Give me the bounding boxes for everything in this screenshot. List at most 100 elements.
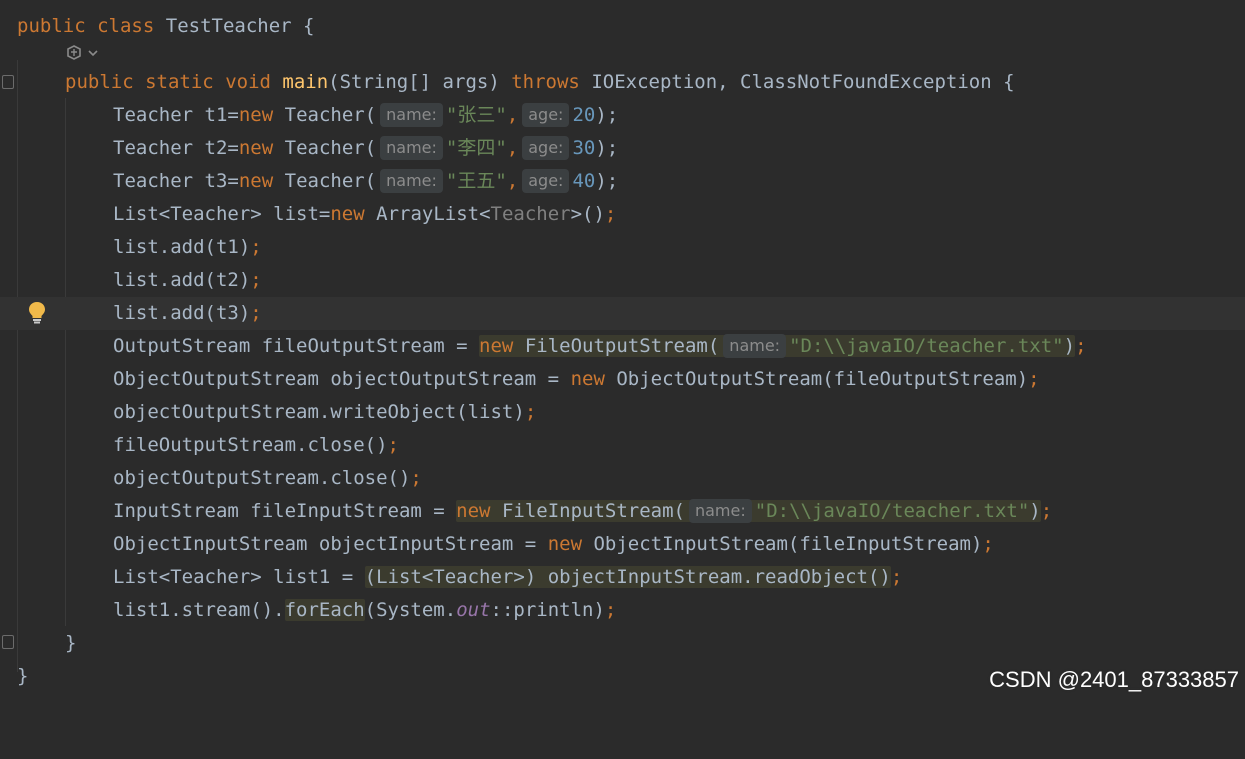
keyword: new	[570, 368, 605, 390]
string-literal: "张三"	[445, 104, 507, 126]
highlighted-expression: forEach	[284, 599, 365, 621]
keyword: new	[547, 533, 583, 555]
code-text: list1.stream().	[113, 599, 285, 621]
param-hint: age:	[522, 136, 570, 160]
watermark: CSDN @2401_87333857	[989, 667, 1239, 692]
code-text: InputStream fileInputStream =	[113, 500, 457, 522]
code-editor[interactable]: public class TestTeacher { public static…	[0, 0, 1245, 699]
code-text: ArrayList<	[376, 203, 491, 225]
semicolon: ;	[250, 302, 262, 324]
code-text: list.add(t1)	[113, 236, 251, 258]
keyword: void	[225, 71, 271, 93]
param-hint: age:	[522, 169, 570, 193]
class-name: TestTeacher	[165, 15, 292, 37]
code-line: OutputStream fileOutputStream = new File…	[0, 330, 1245, 363]
code-text: );	[595, 170, 619, 192]
keyword: new	[479, 335, 514, 357]
redundant-type: Teacher	[490, 203, 571, 225]
code-text: FileInputStream(	[501, 500, 685, 522]
semicolon: ;	[250, 236, 262, 258]
string-literal: "王五"	[445, 170, 507, 192]
string-literal: "D:\\javaIO/teacher.txt"	[789, 335, 1064, 357]
code-text: Teacher(	[284, 137, 377, 159]
number-literal: 30	[572, 137, 596, 159]
keyword: new	[456, 500, 491, 522]
param-hint: name:	[380, 136, 443, 160]
highlighted-expression: new FileInputStream(name: "D:\\javaIO/tea…	[456, 499, 1041, 523]
code-line: InputStream fileInputStream = new FileIn…	[0, 495, 1245, 528]
code-text: ObjectInputStream objectInputStream =	[113, 533, 548, 555]
code-text: ObjectInputStream(fileInputStream)	[593, 533, 983, 555]
code-text: ::println)	[490, 599, 605, 621]
param-hint: age:	[522, 103, 570, 127]
static-field: out	[456, 599, 491, 621]
semicolon: ;	[604, 203, 617, 225]
semicolon: ;	[250, 269, 262, 291]
keyword: public	[17, 15, 86, 37]
keyword: static	[145, 71, 214, 93]
code-line: ObjectInputStream objectInputStream = ne…	[0, 528, 1245, 561]
code-line: List<Teacher> list1 = (List<Teacher>) ob…	[0, 561, 1245, 594]
code-line: public static void main(String[] args) t…	[0, 66, 1245, 99]
code-text: objectOutputStream.close()	[113, 467, 411, 489]
keyword: new	[238, 170, 274, 192]
code-text: Teacher(	[284, 170, 377, 192]
code-text: OutputStream fileOutputStream =	[113, 335, 480, 357]
code-line: Teacher t3=new Teacher(name: "王五", age: 40)…	[0, 165, 1245, 198]
code-text: Teacher t1=	[113, 104, 239, 126]
code-line: list1.stream().forEach(System.out::print…	[0, 594, 1245, 627]
brace: {	[1003, 71, 1015, 93]
code-text: >()	[570, 203, 605, 225]
code-text: Teacher(	[284, 104, 377, 126]
string-literal: "D:\\javaIO/teacher.txt"	[754, 500, 1030, 522]
number-literal: 40	[572, 170, 596, 192]
keyword: new	[330, 203, 365, 225]
highlighted-expression: (List<Teacher>) objectInputStream.readOb…	[364, 566, 891, 588]
param-hint: name:	[723, 334, 787, 358]
code-line: List<Teacher> list=new ArrayList<Teacher…	[0, 198, 1245, 231]
keyword: public	[65, 71, 134, 93]
param-hint: name:	[380, 103, 443, 127]
param-hint: name:	[380, 169, 443, 193]
semicolon: ;	[1040, 500, 1053, 522]
code-text: List<Teacher> list=	[113, 203, 331, 225]
code-text: );	[595, 104, 619, 126]
code-line: Teacher t2=new Teacher(name: "李四", age: 30)…	[0, 132, 1245, 165]
semicolon: ;	[410, 467, 422, 489]
code-text: fileOutputStream.close()	[113, 434, 388, 456]
code-line: list.add(t2);	[0, 264, 1245, 297]
code-text: Teacher t2=	[113, 137, 239, 159]
keyword: throws	[511, 71, 580, 93]
number-literal: 20	[572, 104, 596, 126]
code-text: )	[1029, 500, 1041, 522]
semicolon: ;	[890, 566, 903, 588]
semicolon: ;	[1075, 335, 1087, 357]
param-hint: name:	[688, 499, 752, 523]
highlighted-expression: new FileOutputStream(name: "D:\\javaIO/te…	[479, 334, 1076, 358]
code-text: );	[595, 137, 619, 159]
code-line: }	[0, 627, 1245, 660]
keyword: new	[238, 137, 274, 159]
comma: ,	[506, 137, 519, 159]
code-line: fileOutputStream.close();	[0, 429, 1245, 462]
code-text: (System.	[364, 599, 457, 621]
code-text: )	[1063, 335, 1076, 357]
lightbulb-icon[interactable]	[27, 300, 47, 324]
brace: {	[303, 15, 315, 37]
code-line: ObjectOutputStream objectOutputStream = …	[0, 363, 1245, 396]
code-text: list.add(t3)	[113, 302, 251, 324]
ai-assistant-icon[interactable]	[65, 43, 105, 65]
comma: ,	[506, 170, 519, 192]
comma: ,	[506, 104, 519, 126]
exceptions: IOException, ClassNotFoundException	[591, 71, 992, 93]
code-line: objectOutputStream.close();	[0, 462, 1245, 495]
code-text: objectOutputStream.writeObject(list)	[113, 401, 525, 423]
code-text: ObjectOutputStream objectOutputStream =	[113, 368, 571, 390]
code-line: list.add(t1);	[0, 231, 1245, 264]
brace: }	[65, 632, 77, 654]
semicolon: ;	[982, 533, 994, 555]
semicolon: ;	[387, 434, 399, 456]
code-text: List<Teacher> list1 =	[113, 566, 365, 588]
code-line: Teacher t1=new Teacher(name: "张三", age: 20)…	[0, 99, 1245, 132]
code-line: objectOutputStream.writeObject(list);	[0, 396, 1245, 429]
